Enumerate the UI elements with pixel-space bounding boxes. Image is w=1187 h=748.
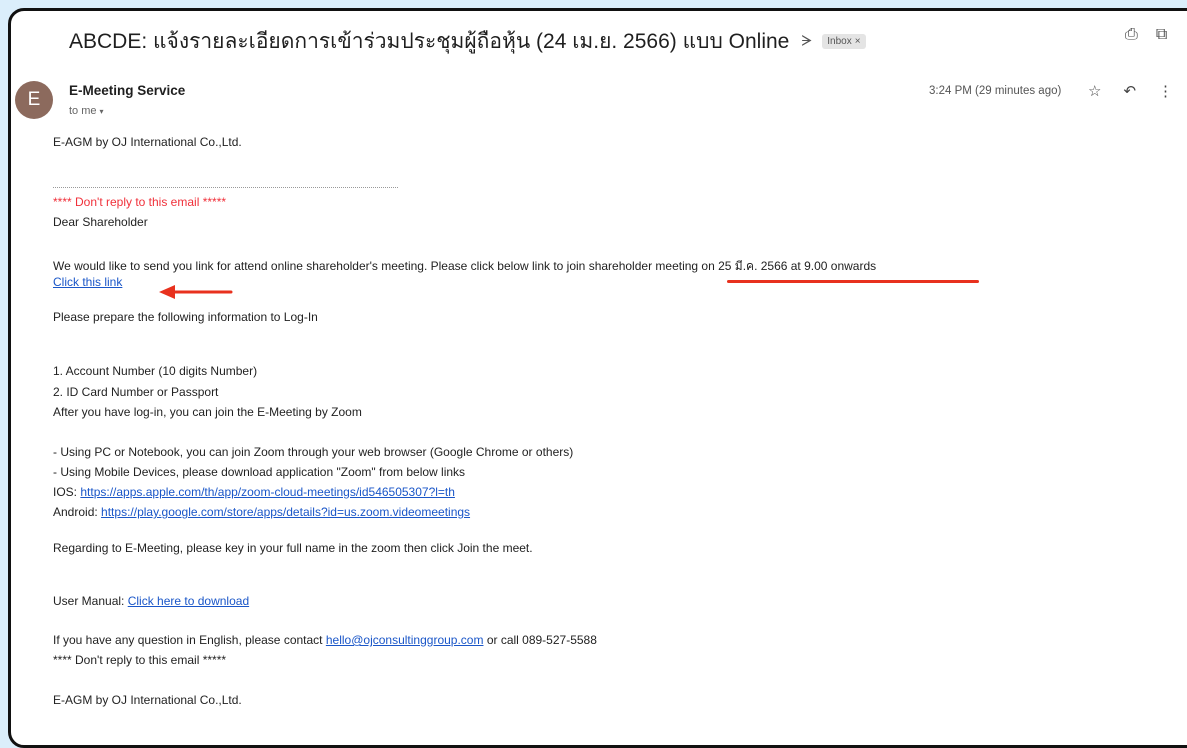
- user-manual-label: User Manual:: [53, 594, 125, 608]
- regarding-text: Regarding to E-Meeting, please key in yo…: [53, 541, 533, 555]
- user-manual-line: User Manual: Click here to download: [53, 594, 249, 608]
- inbox-label-chip[interactable]: Inbox ×: [822, 33, 866, 49]
- contact-post: or call 089-527-5588: [486, 633, 597, 647]
- invite-text: We would like to send you link for atten…: [53, 259, 877, 273]
- annotation-arrow-icon: [159, 285, 233, 299]
- company-footer: E-AGM by OJ International Co.,Ltd.: [53, 693, 242, 707]
- message-actions: ☆ ↶ ⋮: [1088, 82, 1173, 100]
- after-login-text: After you have log-in, you can join the …: [53, 405, 362, 419]
- thread-actions: ⎙ ⧉: [1125, 26, 1167, 44]
- using-pc-text: - Using PC or Notebook, you can join Zoo…: [53, 445, 574, 459]
- company-line: E-AGM by OJ International Co.,Ltd.: [53, 135, 242, 149]
- ios-label: IOS:: [53, 485, 78, 499]
- message-timestamp: 3:24 PM (29 minutes ago): [929, 85, 1062, 97]
- ios-link[interactable]: https://apps.apple.com/th/app/zoom-cloud…: [80, 485, 455, 499]
- remove-label-icon[interactable]: ×: [855, 36, 861, 47]
- more-vert-icon[interactable]: ⋮: [1158, 82, 1173, 100]
- sender-name[interactable]: E-Meeting Service: [69, 83, 185, 98]
- contact-email-link[interactable]: hello@ojconsultinggroup.com: [326, 633, 484, 647]
- click-this-link-text[interactable]: Click this link: [53, 275, 122, 289]
- contact-line: If you have any question in English, ple…: [53, 633, 597, 647]
- divider: [53, 187, 398, 188]
- open-in-new-window-icon[interactable]: ⧉: [1156, 26, 1167, 44]
- prepare-text: Please prepare the following information…: [53, 310, 318, 324]
- recipient-details-toggle[interactable]: to me ▾: [69, 105, 104, 117]
- print-icon[interactable]: ⎙: [1125, 26, 1138, 44]
- annotation-underline: [727, 280, 979, 283]
- email-subject: ABCDE: แจ้งรายละเอียดการเข้าร่วมประชุมผู…: [69, 29, 790, 53]
- subject-row: ABCDE: แจ้งรายละเอียดการเข้าร่วมประชุมผู…: [69, 25, 866, 57]
- no-reply-footer: **** Don't reply to this email *****: [53, 653, 227, 667]
- email-window: ABCDE: แจ้งรายละเอียดการเข้าร่วมประชุมผู…: [8, 8, 1187, 748]
- android-label: Android:: [53, 505, 98, 519]
- contact-pre: If you have any question in English, ple…: [53, 633, 323, 647]
- importance-marker-icon[interactable]: ᗒ: [801, 33, 812, 50]
- android-link[interactable]: https://play.google.com/store/apps/detai…: [101, 505, 470, 519]
- greeting: Dear Shareholder: [53, 215, 148, 229]
- star-icon[interactable]: ☆: [1088, 82, 1101, 100]
- no-reply-warning: **** Don't reply to this email *****: [53, 195, 227, 209]
- recipient-label: to me: [69, 105, 97, 117]
- ios-line: IOS: https://apps.apple.com/th/app/zoom-…: [53, 485, 455, 499]
- label-chip-text: Inbox: [827, 35, 852, 47]
- avatar: E: [15, 81, 53, 119]
- reply-icon[interactable]: ↶: [1123, 82, 1136, 100]
- user-manual-link[interactable]: Click here to download: [128, 594, 249, 608]
- click-this-link[interactable]: Click this link: [53, 275, 122, 289]
- using-mobile-text: - Using Mobile Devices, please download …: [53, 465, 466, 479]
- chevron-down-icon[interactable]: ▾: [100, 107, 104, 116]
- list-item: 2. ID Card Number or Passport: [53, 385, 219, 399]
- android-line: Android: https://play.google.com/store/a…: [53, 505, 470, 519]
- list-item: 1. Account Number (10 digits Number): [53, 364, 258, 378]
